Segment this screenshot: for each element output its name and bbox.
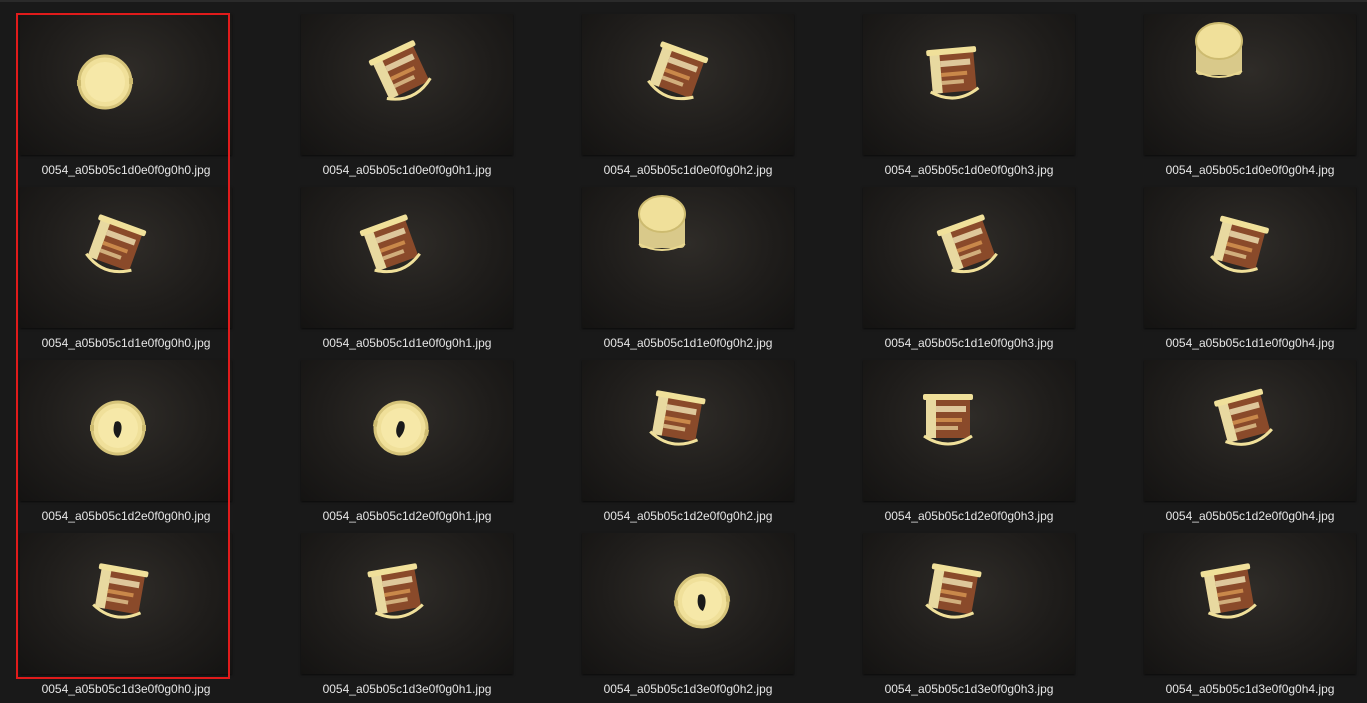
file-name: 0054_a05b05c1d1e0f0g0h0.jpg xyxy=(41,336,211,350)
image-thumbnail[interactable] xyxy=(301,360,513,501)
file-tile[interactable]: 0054_a05b05c1d1e0f0g0h0.jpg xyxy=(16,187,232,360)
image-thumbnail[interactable] xyxy=(582,187,794,328)
file-tile[interactable]: 0054_a05b05c1d0e0f0g0h1.jpg xyxy=(297,14,513,187)
cup-illustration xyxy=(92,563,149,619)
file-tile[interactable]: 0054_a05b05c1d2e0f0g0h2.jpg xyxy=(578,360,794,533)
file-tile[interactable]: 0054_a05b05c1d3e0f0g0h3.jpg xyxy=(859,533,1075,703)
file-name: 0054_a05b05c1d2e0f0g0h0.jpg xyxy=(41,509,211,523)
cup-illustration xyxy=(1214,388,1273,446)
file-name: 0054_a05b05c1d0e0f0g0h0.jpg xyxy=(41,163,211,177)
file-tile[interactable]: 0054_a05b05c1d0e0f0g0h0.jpg xyxy=(16,14,232,187)
cup-illustration xyxy=(76,54,134,110)
image-thumbnail[interactable] xyxy=(20,533,232,674)
cup-illustration xyxy=(647,41,709,101)
image-thumbnail[interactable] xyxy=(863,360,1075,501)
file-tile[interactable]: 0054_a05b05c1d1e0f0g0h1.jpg xyxy=(297,187,513,360)
file-name: 0054_a05b05c1d3e0f0g0h2.jpg xyxy=(603,682,773,696)
file-name: 0054_a05b05c1d2e0f0g0h3.jpg xyxy=(884,509,1054,523)
image-thumbnail[interactable] xyxy=(863,14,1075,155)
image-thumbnail[interactable] xyxy=(301,14,513,155)
cup-illustration xyxy=(372,400,430,456)
file-name: 0054_a05b05c1d1e0f0g0h2.jpg xyxy=(603,336,773,350)
file-tile[interactable]: 0054_a05b05c1d0e0f0g0h2.jpg xyxy=(578,14,794,187)
file-tile[interactable]: 0054_a05b05c1d2e0f0g0h4.jpg xyxy=(1140,360,1356,533)
cup-illustration xyxy=(1200,563,1257,619)
file-tile[interactable]: 0054_a05b05c1d3e0f0g0h0.jpg xyxy=(16,533,232,703)
image-thumbnail[interactable] xyxy=(582,533,794,674)
file-name: 0054_a05b05c1d0e0f0g0h2.jpg xyxy=(603,163,773,177)
image-thumbnail[interactable] xyxy=(582,14,794,155)
file-thumbnail-view: 0054_a05b05c1d0e0f0g0h0.jpg 0054_a05b05c… xyxy=(0,0,1367,703)
cup-illustration xyxy=(1195,22,1243,78)
cup-illustration xyxy=(926,46,980,100)
image-thumbnail[interactable] xyxy=(301,187,513,328)
thumbnail-grid: 0054_a05b05c1d0e0f0g0h0.jpg 0054_a05b05c… xyxy=(16,14,1356,703)
file-name: 0054_a05b05c1d0e0f0g0h4.jpg xyxy=(1165,163,1335,177)
file-name: 0054_a05b05c1d1e0f0g0h1.jpg xyxy=(322,336,492,350)
image-thumbnail[interactable] xyxy=(301,533,513,674)
file-tile[interactable]: 0054_a05b05c1d2e0f0g0h1.jpg xyxy=(297,360,513,533)
file-name: 0054_a05b05c1d0e0f0g0h3.jpg xyxy=(884,163,1054,177)
file-name: 0054_a05b05c1d3e0f0g0h1.jpg xyxy=(322,682,492,696)
file-name: 0054_a05b05c1d0e0f0g0h1.jpg xyxy=(322,163,492,177)
image-thumbnail[interactable] xyxy=(1144,187,1356,328)
cup-illustration xyxy=(638,195,686,251)
cup-illustration xyxy=(90,400,146,456)
file-name: 0054_a05b05c1d2e0f0g0h2.jpg xyxy=(603,509,773,523)
cup-illustration xyxy=(367,563,424,619)
file-name: 0054_a05b05c1d3e0f0g0h4.jpg xyxy=(1165,682,1335,696)
image-thumbnail[interactable] xyxy=(863,533,1075,674)
file-tile[interactable]: 0054_a05b05c1d3e0f0g0h4.jpg xyxy=(1140,533,1356,703)
cup-illustration xyxy=(925,563,982,619)
cup-illustration xyxy=(936,214,998,274)
image-thumbnail[interactable] xyxy=(20,360,232,501)
file-name: 0054_a05b05c1d1e0f0g0h4.jpg xyxy=(1165,336,1335,350)
file-name: 0054_a05b05c1d3e0f0g0h3.jpg xyxy=(884,682,1054,696)
image-thumbnail[interactable] xyxy=(582,360,794,501)
file-tile[interactable]: 0054_a05b05c1d3e0f0g0h2.jpg xyxy=(578,533,794,703)
file-tile[interactable]: 0054_a05b05c1d2e0f0g0h3.jpg xyxy=(859,360,1075,533)
image-thumbnail[interactable] xyxy=(863,187,1075,328)
top-divider xyxy=(0,0,1367,2)
file-tile[interactable]: 0054_a05b05c1d0e0f0g0h3.jpg xyxy=(859,14,1075,187)
image-thumbnail[interactable] xyxy=(1144,14,1356,155)
file-tile[interactable]: 0054_a05b05c1d1e0f0g0h4.jpg xyxy=(1140,187,1356,360)
image-thumbnail[interactable] xyxy=(1144,533,1356,674)
file-tile[interactable]: 0054_a05b05c1d2e0f0g0h0.jpg xyxy=(16,360,232,533)
cup-illustration xyxy=(649,390,706,446)
image-thumbnail[interactable] xyxy=(1144,360,1356,501)
cup-illustration xyxy=(85,214,147,274)
image-thumbnail[interactable] xyxy=(20,187,232,328)
file-name: 0054_a05b05c1d3e0f0g0h0.jpg xyxy=(41,682,211,696)
cup-illustration xyxy=(673,573,731,629)
file-tile[interactable]: 0054_a05b05c1d1e0f0g0h2.jpg xyxy=(578,187,794,360)
image-thumbnail[interactable] xyxy=(20,14,232,155)
file-tile[interactable]: 0054_a05b05c1d0e0f0g0h4.jpg xyxy=(1140,14,1356,187)
file-name: 0054_a05b05c1d2e0f0g0h4.jpg xyxy=(1165,509,1335,523)
cup-illustration xyxy=(923,394,973,446)
file-tile[interactable]: 0054_a05b05c1d3e0f0g0h1.jpg xyxy=(297,533,513,703)
file-name: 0054_a05b05c1d1e0f0g0h3.jpg xyxy=(884,336,1054,350)
file-tile[interactable]: 0054_a05b05c1d1e0f0g0h3.jpg xyxy=(859,187,1075,360)
file-name: 0054_a05b05c1d2e0f0g0h1.jpg xyxy=(322,509,492,523)
cup-illustration xyxy=(1210,215,1269,273)
cup-illustration xyxy=(359,214,421,274)
cup-illustration xyxy=(368,40,432,101)
